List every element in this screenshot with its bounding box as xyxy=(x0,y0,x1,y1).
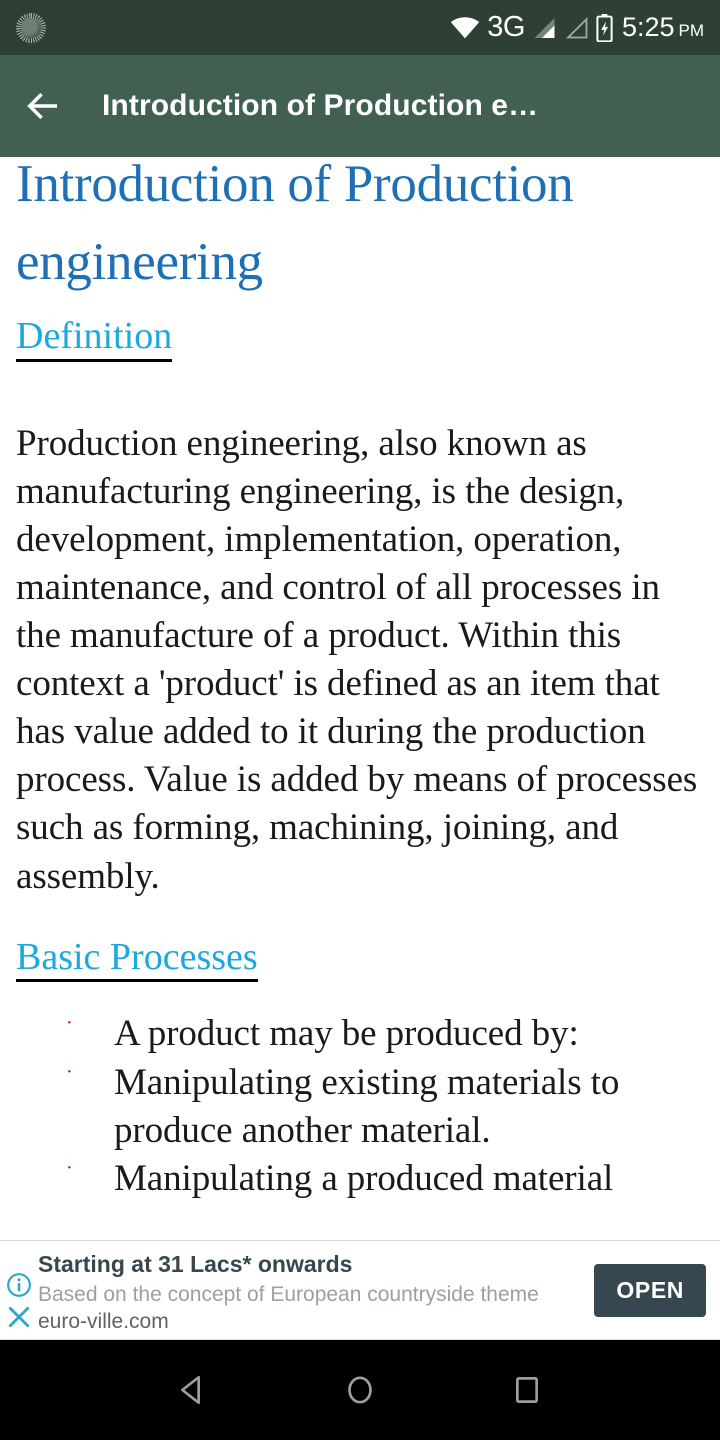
nav-home-circle-icon[interactable] xyxy=(340,1370,380,1410)
nav-recents-square-icon[interactable] xyxy=(507,1370,547,1410)
info-icon[interactable] xyxy=(6,1272,32,1298)
article-content[interactable]: Introduction of Production engineering D… xyxy=(0,157,720,1240)
ad-description-text: Based on the concept of European country… xyxy=(38,1282,539,1306)
nav-back-triangle-icon[interactable] xyxy=(173,1370,213,1410)
list-item-text: Manipulating a produced material xyxy=(114,1157,614,1199)
ad-icon-column xyxy=(0,1241,38,1339)
network-type-label: 3G xyxy=(487,11,525,43)
page-title: Introduction of Production e… xyxy=(102,89,539,122)
section-heading-definition-wrap: Definition xyxy=(16,315,704,362)
section-heading-basic-processes: Basic Processes xyxy=(16,936,258,983)
app-bar: Introduction of Production e… xyxy=(0,55,720,157)
clock-time: 5:25 xyxy=(621,12,675,42)
ad-headline: Starting at 31 Lacs* onwards xyxy=(38,1251,353,1277)
list-item: · Manipulating existing materials to pro… xyxy=(16,1059,704,1155)
bullet-marker-icon: · xyxy=(66,1156,73,1179)
signal-bars-icon xyxy=(534,17,555,38)
list-item: · Manipulating a produced material xyxy=(16,1155,704,1203)
ad-description: Based on the concept of European country… xyxy=(38,1281,590,1336)
bullet-marker-icon: · xyxy=(66,1012,73,1035)
signal-bars-empty-icon xyxy=(565,16,588,38)
phone-screen: 3G 5:25 PM Introduction of Production e…… xyxy=(0,0,720,1440)
status-bar: 3G 5:25 PM xyxy=(0,0,720,55)
back-arrow-icon[interactable] xyxy=(22,85,64,127)
sync-circle-icon xyxy=(16,12,46,43)
status-bar-indicators: 3G 5:25 PM xyxy=(450,13,704,42)
clock-ampm: PM xyxy=(678,21,705,40)
status-bar-notifications xyxy=(16,12,46,43)
list-item-text: A product may be produced by: xyxy=(114,1013,579,1055)
article-body: Introduction of Production engineering D… xyxy=(16,157,704,1203)
bullet-marker-icon: · xyxy=(66,1060,73,1083)
section-heading-definition: Definition xyxy=(16,315,173,362)
wifi-icon xyxy=(451,16,480,38)
status-bar-clock: 5:25 PM xyxy=(622,14,704,41)
ad-text-block[interactable]: Starting at 31 Lacs* onwards Based on th… xyxy=(38,1241,594,1339)
battery-charging-icon xyxy=(596,13,613,42)
list-item: · A product may be produced by: xyxy=(16,1010,704,1058)
list-item-text: Manipulating existing materials to produ… xyxy=(114,1061,620,1151)
ad-open-button[interactable]: OPEN xyxy=(594,1263,706,1317)
ad-cta-wrap: OPEN xyxy=(594,1241,720,1339)
section-paragraph-definition: Production engineering, also known as ma… xyxy=(16,422,698,897)
close-icon[interactable] xyxy=(6,1304,32,1330)
ad-banner[interactable]: Starting at 31 Lacs* onwards Based on th… xyxy=(0,1240,720,1340)
section-heading-basic-processes-wrap: Basic Processes xyxy=(16,936,704,983)
basic-processes-list: · A product may be produced by: · Manipu… xyxy=(16,1010,704,1202)
android-navigation-bar xyxy=(0,1340,720,1440)
ad-domain: euro-ville.com xyxy=(38,1310,169,1334)
article-title: Introduction of Production engineering xyxy=(16,157,574,292)
